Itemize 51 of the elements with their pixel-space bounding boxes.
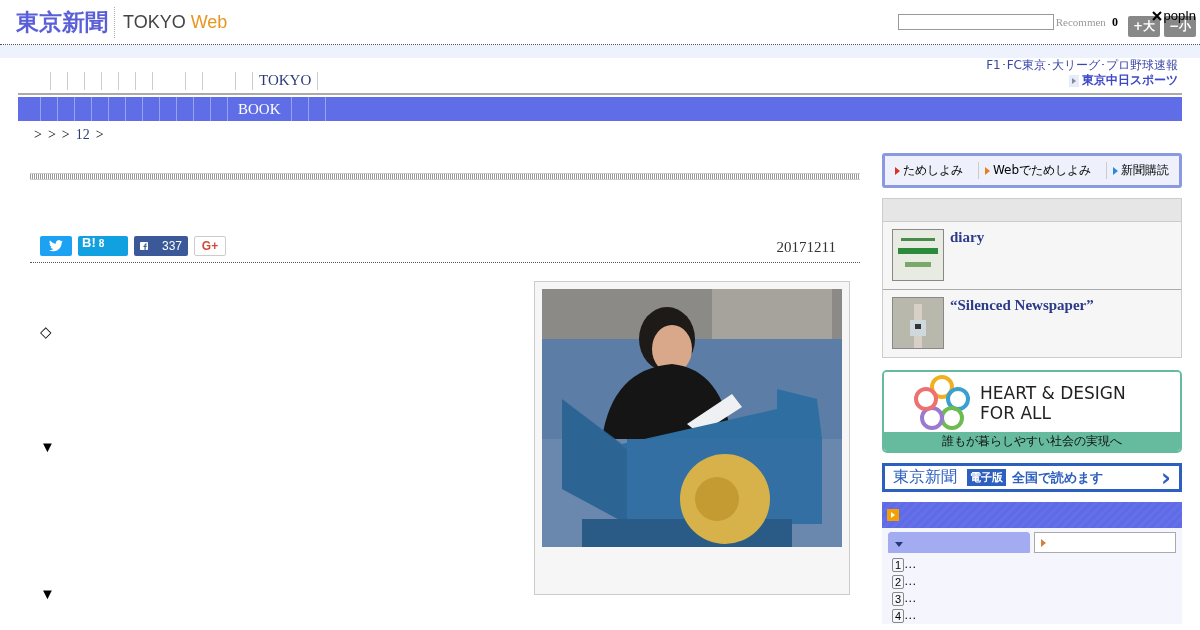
trial-link[interactable]: 新聞購読	[1106, 162, 1170, 179]
banner-caption: 誰もが暮らしやすい社会の実現へ	[884, 432, 1180, 451]
nav-link[interactable]: TOKYO	[253, 72, 319, 90]
trial-link[interactable]: ためしよみ	[894, 162, 963, 179]
breadcrumb-item: >	[47, 127, 56, 143]
breadcrumb-item: >	[95, 127, 104, 143]
google-plus-button[interactable]: G+	[194, 236, 226, 256]
close-icon[interactable]	[1152, 10, 1163, 21]
section-mark: ▼	[40, 586, 55, 603]
section-mark: ▼	[40, 439, 55, 456]
rank-number: 2	[892, 574, 905, 589]
sports-news-link[interactable]: 東京中日スポーツ	[1082, 72, 1178, 89]
triangle-icon	[1041, 539, 1046, 547]
ranking-link[interactable]: …	[904, 574, 917, 589]
trial-link[interactable]: Webでためしよみ	[977, 162, 1092, 179]
arrow-icon	[1069, 74, 1079, 87]
section-mark: ◇	[40, 323, 53, 341]
category-tab[interactable]: BOOK	[228, 97, 292, 121]
breadcrumb-item: >	[34, 127, 42, 143]
epaper-banner[interactable]: 東京新聞 電子版 全国で読めます ›	[882, 463, 1182, 492]
bird-icon	[49, 240, 63, 252]
font-size-button[interactable]: +大	[1127, 15, 1160, 37]
facebook-icon	[140, 240, 148, 252]
ranking-link[interactable]: …	[904, 608, 917, 623]
banner-text: 全国で読めます	[1012, 468, 1104, 487]
rank-number: 1	[892, 557, 905, 572]
chevron-icon: ›	[1161, 467, 1171, 488]
site-brand[interactable]: TOKYO Web	[123, 11, 228, 33]
rank-number: 3	[892, 591, 905, 606]
recommend-label: Recommen	[1055, 15, 1106, 29]
epaper-badge: 電子版	[967, 469, 1006, 486]
counter: 0	[1111, 14, 1118, 30]
twitter-share-button[interactable]	[40, 236, 72, 256]
flower-logo-icon	[914, 375, 970, 431]
campaign-banner[interactable]: HEART & DESIGN FOR ALL 誰もが暮らしやすい社会の実現へ	[882, 370, 1182, 453]
caret-icon	[895, 542, 903, 547]
search-field[interactable]	[897, 14, 1054, 30]
banner-title: HEART & DESIGN FOR ALL	[980, 383, 1126, 423]
ranking-link[interactable]: …	[904, 557, 917, 572]
breadcrumb-item: >	[61, 127, 70, 143]
promo-tagline[interactable]: F1･FC東京･大リーグ･プロ野球速報	[986, 58, 1178, 72]
feature-link[interactable]: “Silenced Newspaper”	[950, 297, 1094, 349]
newspaper-logo[interactable]: 東京新聞	[16, 6, 115, 38]
article-date: 20171211	[776, 239, 836, 256]
ranking-link[interactable]: …	[904, 591, 917, 606]
facebook-share-button[interactable]: 337	[134, 236, 188, 256]
ranking-tab[interactable]	[1034, 532, 1176, 553]
newspaper-logo: 東京新聞	[893, 467, 957, 488]
rank-number: 4	[892, 608, 905, 623]
feature-link[interactable]: diary	[950, 229, 985, 281]
breadcrumb-item[interactable]: 12	[75, 127, 90, 143]
